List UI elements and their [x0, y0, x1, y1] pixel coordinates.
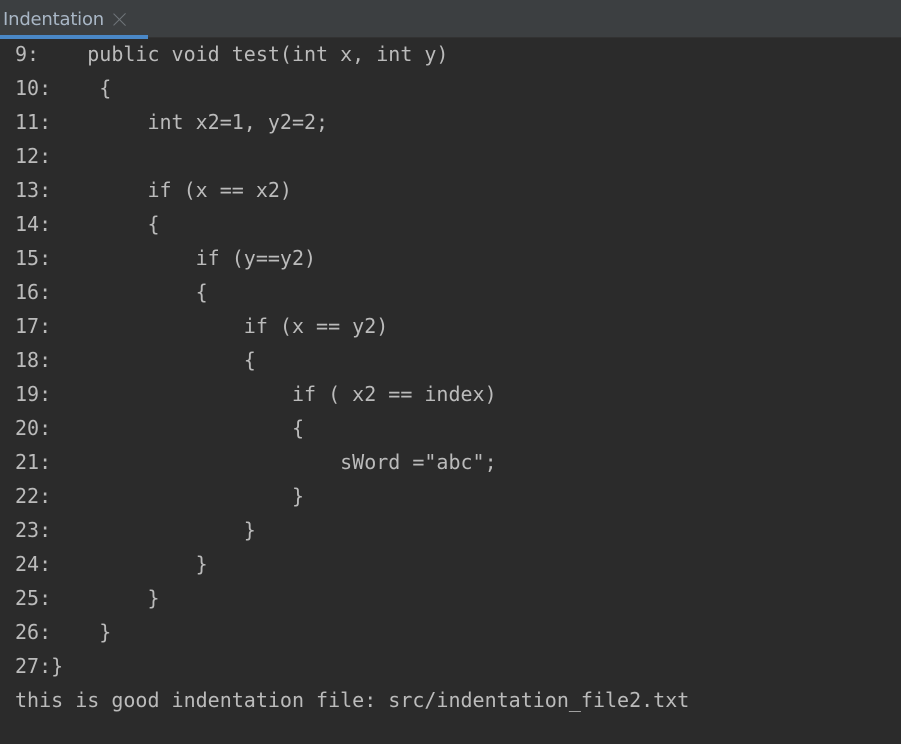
run-window: Indentation 9: public void test(int x, i…: [0, 0, 901, 744]
console-line: 9: public void test(int x, int y): [15, 42, 449, 66]
tab-label: Indentation: [3, 8, 104, 30]
console-line: 10: {: [15, 76, 112, 100]
console-line: this is good indentation file: src/inden…: [15, 688, 690, 712]
console-line: 25: }: [15, 586, 160, 610]
console-line: 27:}: [15, 654, 64, 678]
console-line: 23: }: [15, 518, 256, 542]
console-line: 19: if ( x2 == index): [15, 382, 497, 406]
console-line: 13: if (x == x2): [15, 178, 292, 202]
console-line: 14: {: [15, 212, 160, 236]
console-line: 24: }: [15, 552, 208, 576]
tab-indentation[interactable]: Indentation: [0, 0, 148, 39]
console-line: 18: {: [15, 348, 256, 372]
close-icon[interactable]: [113, 12, 127, 26]
console-output[interactable]: 9: public void test(int x, int y) 10: { …: [15, 37, 901, 717]
console-line: 12:: [15, 144, 52, 168]
tab-bar: Indentation: [0, 0, 901, 39]
console-line: 17: if (x == y2): [15, 314, 389, 338]
console-line: 20: {: [15, 416, 304, 440]
console-line: 21: sWord ="abc";: [15, 450, 497, 474]
console-line: 26: }: [15, 620, 112, 644]
console-line: 11: int x2=1, y2=2;: [15, 110, 329, 134]
console-line: 22: }: [15, 484, 304, 508]
console-line: 15: if (y==y2): [15, 246, 317, 270]
console-line: 16: {: [15, 280, 208, 304]
